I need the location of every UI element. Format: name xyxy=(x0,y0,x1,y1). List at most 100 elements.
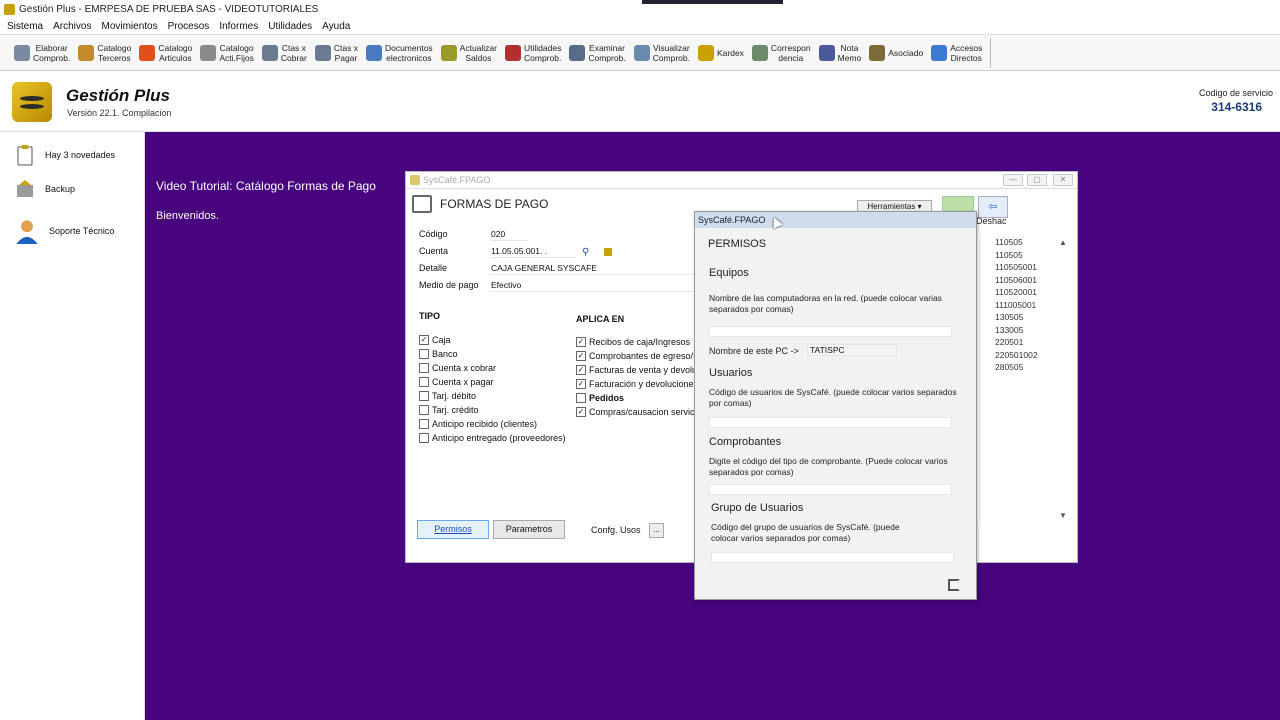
menu-sistema[interactable]: Sistema xyxy=(7,21,43,32)
equipos-input[interactable] xyxy=(709,326,952,337)
menu-informes[interactable]: Informes xyxy=(219,21,258,32)
toolbar-folder-button[interactable]: Accesos Directos xyxy=(927,37,986,69)
toolbar-receivable-button[interactable]: Ctas x Cobrar xyxy=(258,37,311,69)
tipo-title: TIPO xyxy=(419,311,441,321)
binoculars-search-icon[interactable]: ⚲ xyxy=(582,247,589,258)
form-heading: FORMAS DE PAGO xyxy=(440,197,549,211)
usuarios-title: Usuarios xyxy=(709,367,753,379)
menu-procesos[interactable]: Procesos xyxy=(168,21,210,32)
close-button[interactable]: ✕ xyxy=(1053,174,1073,186)
tipo-checkbox[interactable]: Banco xyxy=(419,349,458,359)
toolbar-mail-button[interactable]: Correspon dencia xyxy=(748,37,815,69)
toolbar-box-button[interactable]: Catalogo Articulos xyxy=(135,37,196,69)
tipo-checkbox[interactable]: Tarj. crédito xyxy=(419,405,479,415)
grupo-usuarios-input[interactable] xyxy=(711,552,954,563)
account-list-item[interactable]: 220501002 xyxy=(995,350,1038,360)
undo-icon[interactable]: ⇦ xyxy=(978,196,1008,218)
associate-icon xyxy=(869,44,886,61)
window-app-icon xyxy=(410,175,420,185)
account-list-item[interactable]: 110520001 xyxy=(995,287,1037,297)
toolbar-refresh-gear-button[interactable]: Actualizar Saldos xyxy=(437,37,501,69)
detalle-field[interactable]: CAJA GENERAL SYSCAFE xyxy=(490,262,695,275)
account-list[interactable]: ▲ ▼ 110505 110505 110505001 110506001 110520… xyxy=(980,235,1070,523)
tipo-checkbox[interactable]: Cuenta x cobrar xyxy=(419,363,496,373)
toolbar-view-button[interactable]: Visualizar Comprob. xyxy=(630,37,694,69)
menu-movimientos[interactable]: Movimientos xyxy=(101,21,157,32)
account-list-item[interactable]: 110505 xyxy=(995,237,1023,247)
codigo-field[interactable]: 020 xyxy=(490,228,528,241)
checkbox-label: Caja xyxy=(432,335,451,345)
toolbar-utilities-button[interactable]: Utilidades Comprob. xyxy=(501,37,565,69)
checkbox-empty-icon[interactable] xyxy=(419,419,429,429)
toolbar-kardex-button[interactable]: Kardex xyxy=(694,37,748,69)
account-list-item[interactable]: 130505 xyxy=(995,312,1023,322)
checkbox-checked-icon[interactable]: ✓ xyxy=(576,365,586,375)
toolbar-label: Ctas x Pagar xyxy=(333,42,358,63)
aplica-checkbox[interactable]: ✓ Compras/causacion servicio xyxy=(576,407,702,417)
sidebar-item-novedades[interactable]: Hay 3 novedades xyxy=(14,144,115,166)
aplica-checkbox[interactable]: Pedidos xyxy=(576,393,624,403)
checkbox-empty-icon[interactable] xyxy=(419,433,429,443)
tipo-checkbox[interactable]: Anticipo entregado (proveedores) xyxy=(419,433,566,443)
toolbar-payable-button[interactable]: Ctas x Pagar xyxy=(311,37,362,69)
checkbox-checked-icon[interactable]: ✓ xyxy=(576,337,586,347)
account-list-item[interactable]: 110506001 xyxy=(995,275,1037,285)
cuenta-field[interactable]: 11.05.05.001. . xyxy=(490,245,576,258)
account-list-item[interactable]: 220501 xyxy=(995,337,1023,347)
toolbar-examine-button[interactable]: Examinar Comprob. xyxy=(565,37,629,69)
aplica-checkbox[interactable]: ✓ Recibos de caja/Ingresos xyxy=(576,337,690,347)
lock-icon[interactable] xyxy=(604,248,612,256)
checkbox-empty-icon[interactable] xyxy=(419,405,429,415)
scroll-up-icon[interactable]: ▲ xyxy=(1059,238,1067,247)
tipo-checkbox[interactable]: Tarj. débito xyxy=(419,391,476,401)
menu-archivos[interactable]: Archivos xyxy=(53,21,91,32)
tipo-checkbox[interactable]: ✓ Caja xyxy=(419,335,451,345)
account-list-item[interactable]: 110505001 xyxy=(995,262,1037,272)
sidebar-item-label: Backup xyxy=(45,184,76,194)
toolbar-edit-document-button[interactable]: Elaborar Comprob. xyxy=(10,37,74,69)
account-list-item[interactable]: 110505 xyxy=(995,250,1023,260)
toolbar-tools-button[interactable]: Catalogo Acti.Fijos xyxy=(196,37,257,69)
comprobantes-input[interactable] xyxy=(709,484,952,495)
account-list-item[interactable]: 280505 xyxy=(995,362,1023,372)
menu-ayuda[interactable]: Ayuda xyxy=(322,21,350,32)
menu-utilidades[interactable]: Utilidades xyxy=(268,21,312,32)
checkbox-empty-icon[interactable] xyxy=(419,349,429,359)
toolbar-associate-button[interactable]: Asociado xyxy=(865,37,927,69)
checkbox-empty-icon[interactable] xyxy=(419,363,429,373)
scroll-down-icon[interactable]: ▼ xyxy=(1059,511,1067,520)
checkbox-checked-icon[interactable]: ✓ xyxy=(576,351,586,361)
usuarios-input[interactable] xyxy=(709,417,952,428)
tipo-checkbox[interactable]: Cuenta x pagar xyxy=(419,377,494,387)
exit-icon[interactable] xyxy=(948,579,960,591)
detalle-label: Detalle xyxy=(419,263,448,273)
minimize-button[interactable]: — xyxy=(1003,174,1023,186)
sidebar-item-backup[interactable]: Backup xyxy=(14,178,75,200)
medio-pago-field[interactable]: Efectivo xyxy=(490,279,695,292)
checkbox-checked-icon[interactable]: ✓ xyxy=(576,379,586,389)
checkbox-label: Cuenta x pagar xyxy=(432,377,494,387)
tipo-checkbox[interactable]: Anticipo recibido (clientes) xyxy=(419,419,537,429)
checkbox-checked-icon[interactable]: ✓ xyxy=(419,335,429,345)
account-list-item[interactable]: 111005001 xyxy=(995,300,1036,310)
aplica-checkbox[interactable]: ✓ Facturas de venta y devoluc xyxy=(576,365,702,375)
aplica-checkbox[interactable]: ✓ Facturación y devoluciones xyxy=(576,379,698,389)
window-title-bar[interactable]: SysCafé.FPAGO — ▢ ✕ xyxy=(406,172,1077,189)
toolbar-user-button[interactable]: Catalogo Terceros xyxy=(74,37,135,69)
checkbox-empty-icon[interactable] xyxy=(576,393,586,403)
account-list-item[interactable]: 133005 xyxy=(995,325,1023,335)
dialog-title-bar[interactable]: SysCafé.FPAGO xyxy=(695,212,976,229)
checkbox-empty-icon[interactable] xyxy=(419,391,429,401)
checkbox-empty-icon[interactable] xyxy=(419,377,429,387)
toolbar-label: Correspon dencia xyxy=(770,42,811,63)
parametros-button[interactable]: Parametros xyxy=(493,520,565,539)
maximize-button[interactable]: ▢ xyxy=(1027,174,1047,186)
toolbar-memo-button[interactable]: Nota Memo xyxy=(815,37,866,69)
checkbox-checked-icon[interactable]: ✓ xyxy=(576,407,586,417)
permisos-button[interactable]: Permisos xyxy=(417,520,489,539)
conf-usos-button[interactable]: ... xyxy=(649,523,664,538)
sidebar-item-soporte[interactable]: Soporte Técnico xyxy=(14,216,114,246)
toolbar-electronic-docs-button[interactable]: Documentos electronicos xyxy=(362,37,437,69)
aplica-checkbox[interactable]: ✓ Comprobantes de egreso/P xyxy=(576,351,699,361)
checkbox-label: Anticipo recibido (clientes) xyxy=(432,419,538,429)
